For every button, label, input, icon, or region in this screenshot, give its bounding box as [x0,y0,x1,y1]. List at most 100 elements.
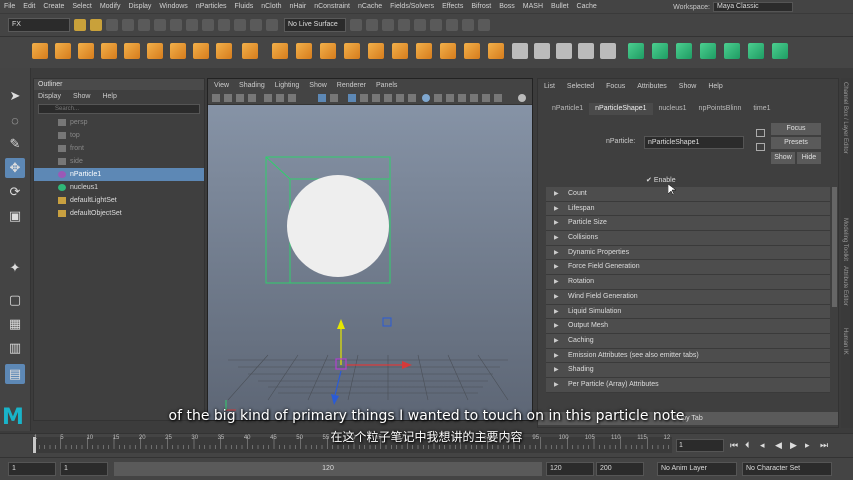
menu-fluids[interactable]: Fluids [231,3,258,10]
section-lifespan[interactable]: ▶ Lifespan [546,201,830,217]
ae-menu-show[interactable]: Show [679,83,697,90]
four-pane-layout-icon[interactable]: ▦ [5,314,25,334]
select-hierarchy-icon[interactable] [154,19,166,31]
viewport-menu-show[interactable]: Show [309,82,327,89]
snap-curve-icon[interactable] [218,19,230,31]
make-live-icon[interactable] [266,19,278,31]
live-surface-field[interactable]: No Live Surface [284,18,346,32]
menu-display[interactable]: Display [124,3,155,10]
outliner-item-defaultlightset[interactable]: defaultLightSet [34,194,204,207]
redo-icon[interactable] [138,19,150,31]
move-arrow-y-icon[interactable] [337,319,345,329]
outliner-search-input[interactable]: Search... [38,104,200,114]
select-object-icon[interactable] [170,19,182,31]
fluid-cache-icon[interactable] [488,43,504,59]
menu-boss[interactable]: Boss [495,3,519,10]
emit-from-object-icon[interactable] [101,43,117,59]
particle-sphere[interactable] [287,175,389,277]
section-emission-attributes[interactable]: ▶ Emission Attributes (see also emitter t… [546,348,830,364]
rotate-tool-icon[interactable]: ⟳ [5,182,25,202]
focus-node-icon[interactable] [756,129,765,137]
paint-select-icon[interactable]: ✎ [5,134,25,154]
section-count[interactable]: ▶ Count [546,187,830,202]
menu-ncloth[interactable]: nCloth [257,3,285,10]
ae-menu-help[interactable]: Help [708,83,722,90]
soft-select-icon[interactable]: ✦ [5,258,25,278]
move-plane-handle[interactable] [382,317,392,327]
viewport-toolbar[interactable] [208,91,532,105]
bifrost-collider-icon[interactable] [700,43,716,59]
section-particle-size[interactable]: ▶ Particle Size [546,216,830,232]
tab-nucleus1[interactable]: nucleus1 [653,103,693,115]
menu-set-dropdown[interactable]: FX [8,18,70,32]
menu-cache[interactable]: Cache [573,3,601,10]
tab-nparticle1[interactable]: nParticle1 [546,103,589,115]
fluid-extend-icon[interactable] [534,43,550,59]
outliner-item-side[interactable]: side [34,155,204,168]
menu-bifrost[interactable]: Bifrost [467,3,495,10]
viewport-menu-panels[interactable]: Panels [376,82,397,89]
character-set-dropdown[interactable]: No Character Set [742,462,832,476]
workspace-dropdown[interactable]: Maya Classic [713,2,793,12]
ae-menu-selected[interactable]: Selected [567,83,594,90]
open-scene-icon[interactable] [90,19,102,31]
menu-ncache[interactable]: nCache [354,3,386,10]
bifrost-mesh-icon[interactable] [748,43,764,59]
side-tab-attribute-editor[interactable]: Attribute Editor [842,266,848,306]
create-emitter-icon[interactable] [78,43,94,59]
menu-nhair[interactable]: nHair [285,3,310,10]
type-icon[interactable] [216,43,232,59]
section-rotation[interactable]: ▶ Rotation [546,275,830,290]
two-pane-layout-icon[interactable]: ▥ [5,338,25,358]
section-output-mesh[interactable]: ▶ Output Mesh [546,319,830,334]
fluid-container-icon[interactable] [392,43,408,59]
ae-menu-focus[interactable]: Focus [606,83,625,90]
playback-start-field[interactable]: 1 [60,462,108,476]
outliner-item-nparticle1[interactable]: nParticle1 [34,168,204,181]
viewport-menu-renderer[interactable]: Renderer [337,82,366,89]
side-tab-human-ik[interactable]: Human IK [842,328,848,355]
undo-icon[interactable] [122,19,134,31]
single-pane-layout-icon[interactable]: ▢ [5,290,25,310]
ncache-icon[interactable] [368,43,384,59]
focus-button[interactable]: Focus [771,123,821,135]
ae-menu-attributes[interactable]: Attributes [637,83,667,90]
fluid-settings-icon[interactable] [600,43,616,59]
section-liquid-simulation[interactable]: ▶ Liquid Simulation [546,304,830,320]
outliner-menu-show[interactable]: Show [73,93,91,100]
show-button[interactable]: Show [771,152,795,164]
tab-nppointsblinn[interactable]: npPointsBlinn [693,103,748,115]
move-manipulator-z[interactable] [334,370,342,396]
anim-layer-dropdown[interactable]: No Anim Layer [657,462,737,476]
section-shading[interactable]: ▶ Shading [546,363,830,378]
hide-button[interactable]: Hide [797,152,821,164]
section-force-field-generation[interactable]: ▶ Force Field Generation [546,260,830,276]
section-dynamic-properties[interactable]: ▶ Dynamic Properties [546,245,830,261]
side-tab-modeling-toolkit[interactable]: Modeling Toolkit [842,218,848,261]
snap-view-icon[interactable] [250,19,262,31]
move-arrow-z-icon[interactable] [331,394,339,405]
new-scene-icon[interactable] [74,19,86,31]
fluid-attribute-icon[interactable] [578,43,594,59]
select-component-icon[interactable] [186,19,198,31]
side-tab-channel-box[interactable]: Channel Box / Layer Editor [842,82,848,154]
svg-icon[interactable] [242,43,258,59]
menu-select[interactable]: Select [68,3,95,10]
outliner-layout-icon[interactable]: ▤ [5,364,25,384]
outliner-menu-help[interactable]: Help [102,93,116,100]
menu-windows[interactable]: Windows [155,3,191,10]
viewport-menu-lighting[interactable]: Lighting [275,82,300,89]
tab-nparticleshape1[interactable]: nParticleShape1 [589,103,653,115]
scale-tool-icon[interactable]: ▣ [5,206,25,226]
render-current-icon[interactable] [398,19,410,31]
ipr-render-icon[interactable] [414,19,426,31]
render-view-icon[interactable] [382,19,394,31]
passive-collider-icon[interactable] [320,43,336,59]
ae-scrollbar[interactable] [832,187,837,307]
gravity-field-icon[interactable] [193,43,209,59]
tab-time1[interactable]: time1 [747,103,776,115]
outliner-item-front[interactable]: front [34,142,204,155]
input-ops-icon[interactable] [350,19,362,31]
arnold-icon[interactable] [462,19,474,31]
animation-start-field[interactable]: 1 [8,462,56,476]
